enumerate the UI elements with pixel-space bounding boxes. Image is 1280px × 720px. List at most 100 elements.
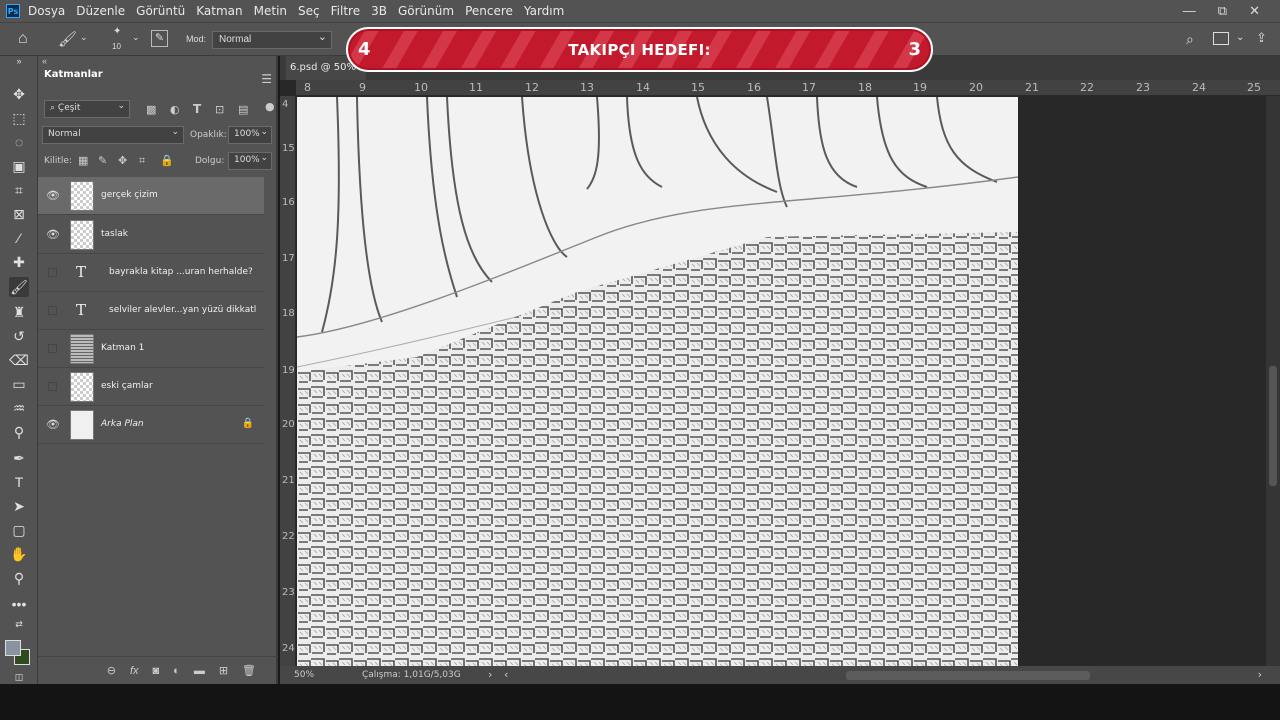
- menu-goruntu[interactable]: Görüntü: [136, 4, 185, 18]
- status-arrow-icon[interactable]: ›: [488, 668, 492, 681]
- filter-pixel-icon[interactable]: ▩: [146, 103, 156, 116]
- horizontal-scrollbar-thumb[interactable]: [846, 671, 1090, 680]
- layer-row[interactable]: T selviler alevler...yan yüzü dikkatl: [38, 292, 264, 330]
- close-button[interactable]: ✕: [1249, 3, 1260, 19]
- lasso-tool-icon[interactable]: ◌: [9, 132, 29, 152]
- brush-tool-icon[interactable]: 🖌: [9, 277, 29, 297]
- menu-metin[interactable]: Metin: [254, 4, 287, 18]
- chevron-down-icon[interactable]: ⌄: [132, 32, 140, 43]
- object-select-tool-icon[interactable]: ▣: [9, 156, 29, 176]
- menu-dosya[interactable]: Dosya: [28, 4, 65, 18]
- fill-input[interactable]: 100% ⌄: [228, 152, 272, 170]
- healing-tool-icon[interactable]: ✚: [9, 252, 29, 272]
- scroll-left-icon[interactable]: ‹: [504, 668, 508, 681]
- lock-pixels-icon[interactable]: ✎: [98, 154, 107, 167]
- layer-name: eski çamlar: [101, 381, 153, 391]
- chevron-down-icon[interactable]: ⌄: [80, 32, 88, 43]
- more-tools-icon[interactable]: •••: [9, 594, 29, 614]
- hand-tool-icon[interactable]: ✋: [9, 544, 29, 564]
- chevron-down-icon[interactable]: ⌄: [1236, 32, 1244, 43]
- filter-smart-object-icon[interactable]: ▤: [238, 103, 248, 116]
- layer-row[interactable]: 👁 Arka Plan 🔒: [38, 406, 264, 444]
- panel-menu-icon[interactable]: ☰: [261, 72, 272, 86]
- collapse-icon[interactable]: »: [9, 56, 29, 66]
- filter-shape-icon[interactable]: ⊡: [215, 103, 224, 116]
- layer-row[interactable]: eski çamlar: [38, 368, 264, 406]
- lock-all-icon[interactable]: 🔒: [160, 154, 174, 167]
- canvas[interactable]: [297, 97, 1018, 666]
- gradient-tool-icon[interactable]: ▭: [9, 374, 29, 394]
- crop-tool-icon[interactable]: ⌗: [9, 180, 29, 200]
- vertical-scrollbar-thumb[interactable]: [1269, 366, 1277, 486]
- stamp-tool-icon[interactable]: ♜: [9, 302, 29, 322]
- link-layers-icon[interactable]: ⊖: [107, 664, 116, 677]
- menu-sec[interactable]: Seç: [298, 4, 320, 18]
- type-tool-icon[interactable]: T: [9, 472, 29, 492]
- share-icon[interactable]: ⇪: [1256, 30, 1267, 46]
- visibility-eye-icon[interactable]: 👁: [46, 189, 60, 203]
- visibility-eye-icon[interactable]: 👁: [46, 418, 60, 432]
- visibility-eye-icon[interactable]: 👁: [46, 228, 60, 242]
- blur-tool-icon[interactable]: ♒: [9, 398, 29, 418]
- layer-row[interactable]: Katman 1: [38, 330, 264, 368]
- menu-duzenle[interactable]: Düzenle: [76, 4, 125, 18]
- delete-layer-icon[interactable]: 🗑: [242, 664, 256, 677]
- menu-yardim[interactable]: Yardım: [524, 4, 564, 18]
- visibility-toggle[interactable]: [48, 344, 57, 353]
- menu-filtre[interactable]: Filtre: [331, 4, 360, 18]
- collapse-panel-icon[interactable]: «: [42, 56, 47, 66]
- zoom-tool-icon[interactable]: ⚲: [9, 568, 29, 588]
- search-icon[interactable]: ⌕: [1186, 31, 1194, 48]
- opacity-input[interactable]: 100% ⌄: [228, 126, 272, 144]
- filter-type-icon[interactable]: T: [193, 102, 201, 116]
- menu-3b[interactable]: 3B: [371, 4, 387, 18]
- foreground-color-swatch[interactable]: [5, 640, 21, 656]
- eraser-tool-icon[interactable]: ⌫: [9, 350, 29, 370]
- brush-tool-icon[interactable]: 🖌: [58, 30, 77, 48]
- vertical-scrollbar[interactable]: [1266, 96, 1280, 666]
- layers-tab[interactable]: Katmanlar: [44, 69, 103, 80]
- scroll-right-icon[interactable]: ›: [1258, 668, 1262, 681]
- layer-style-icon[interactable]: fx: [130, 665, 139, 677]
- marquee-tool-icon[interactable]: ⬚: [9, 108, 29, 128]
- brush-panel-icon[interactable]: ✎: [151, 30, 168, 47]
- brush-preset-icon[interactable]: ✦: [113, 26, 121, 37]
- lock-artboard-icon[interactable]: ⌗: [139, 154, 145, 168]
- swap-colors-icon[interactable]: ⇄: [9, 618, 29, 630]
- blend-mode-select[interactable]: Normal ⌄: [42, 126, 184, 144]
- menu-katman[interactable]: Katman: [196, 4, 242, 18]
- lock-position-icon[interactable]: ✥: [118, 154, 127, 167]
- lock-transparency-icon[interactable]: ▦: [78, 154, 88, 167]
- filter-toggle-icon[interactable]: ●: [265, 100, 275, 113]
- quick-mask-icon[interactable]: ◫: [9, 672, 29, 682]
- add-mask-icon[interactable]: ◙: [153, 665, 160, 677]
- layer-row[interactable]: T bayrakla kitap ...uran herhalde?: [38, 254, 264, 292]
- move-tool-icon[interactable]: ✥: [9, 84, 29, 104]
- visibility-toggle[interactable]: [48, 382, 57, 391]
- adjustment-layer-icon[interactable]: ◐: [173, 665, 180, 677]
- filter-adjustment-icon[interactable]: ◐: [170, 103, 180, 116]
- layer-row[interactable]: 👁 taslak: [38, 216, 264, 254]
- rectangle-tool-icon[interactable]: ▢: [9, 520, 29, 540]
- dodge-tool-icon[interactable]: ⚲: [9, 422, 29, 442]
- ruler-tick-label: 18: [282, 308, 295, 319]
- history-brush-tool-icon[interactable]: ↺: [9, 326, 29, 346]
- new-layer-icon[interactable]: ⊞: [219, 664, 228, 677]
- visibility-toggle[interactable]: [48, 306, 57, 315]
- minimize-button[interactable]: —: [1183, 3, 1196, 19]
- frame-tool-icon[interactable]: ⊠: [9, 204, 29, 224]
- layer-filter-select[interactable]: ⌕ Çeşit ⌄: [44, 100, 130, 118]
- zoom-level[interactable]: 50%: [294, 670, 314, 680]
- visibility-toggle[interactable]: [48, 268, 57, 277]
- menu-pencere[interactable]: Pencere: [465, 4, 513, 18]
- new-group-icon[interactable]: ▬: [194, 665, 205, 677]
- layer-row[interactable]: 👁 gerçek çizim: [38, 177, 264, 215]
- workspace-icon[interactable]: [1213, 32, 1229, 45]
- pen-tool-icon[interactable]: ✒: [9, 448, 29, 468]
- home-icon[interactable]: ⌂: [18, 30, 28, 48]
- path-select-tool-icon[interactable]: ➤: [9, 496, 29, 516]
- menu-gorunum[interactable]: Görünüm: [398, 4, 454, 18]
- restore-button[interactable]: ⧉: [1218, 3, 1227, 19]
- mode-select[interactable]: Normal: [212, 30, 332, 49]
- eyedropper-tool-icon[interactable]: ⁄: [9, 228, 29, 248]
